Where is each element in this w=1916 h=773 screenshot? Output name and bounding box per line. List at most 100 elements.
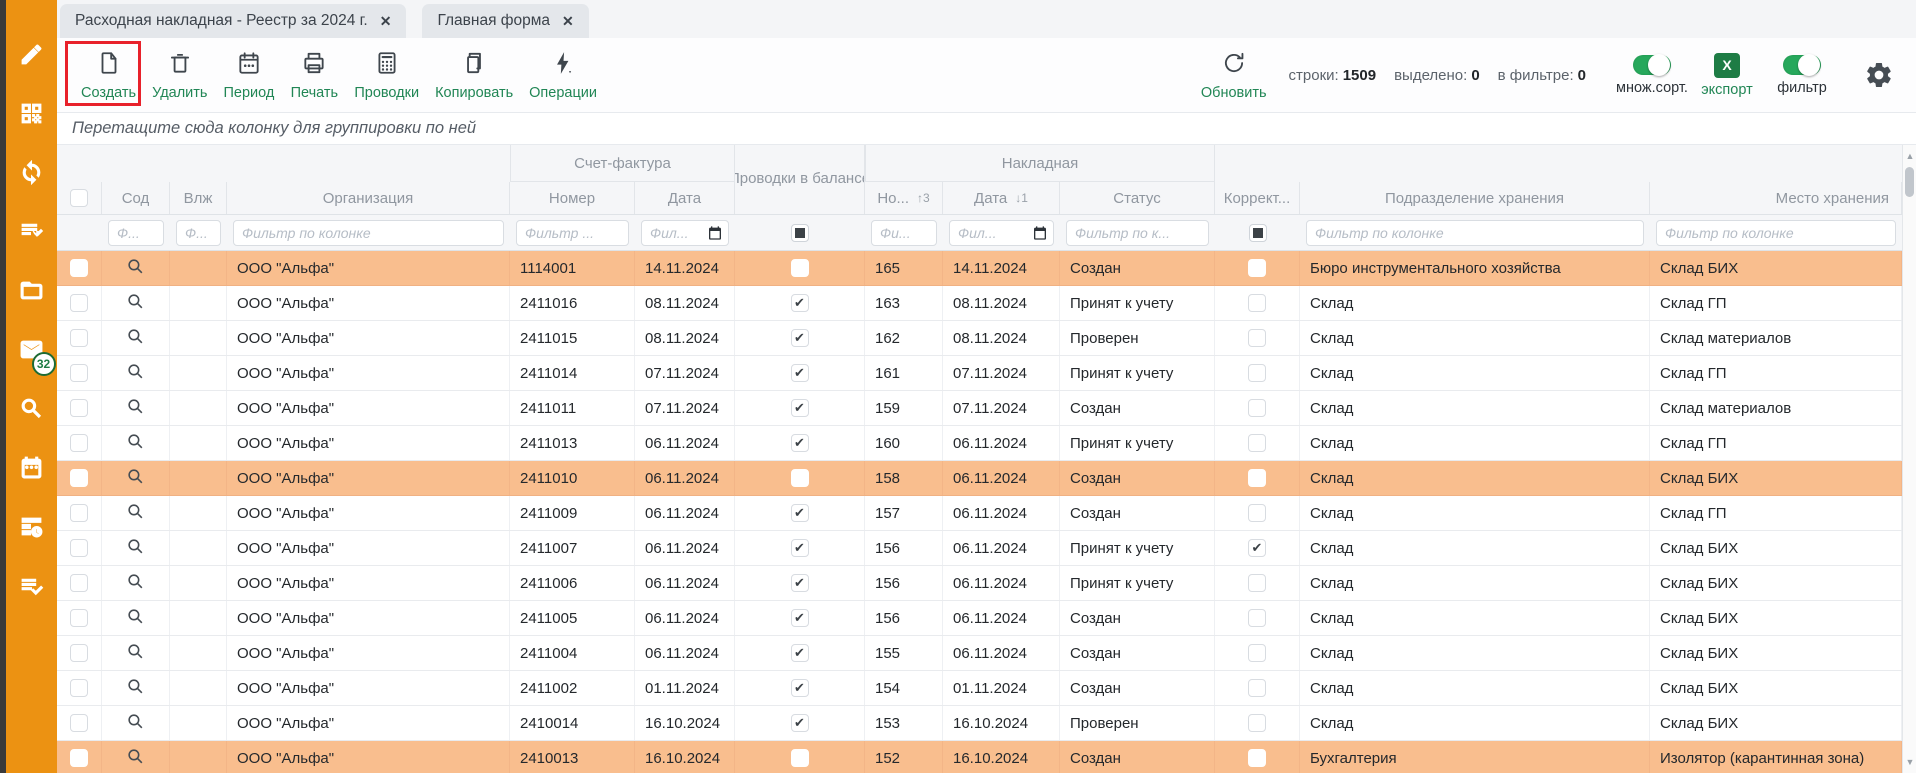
- row-select-checkbox[interactable]: [70, 399, 88, 417]
- table-row[interactable]: ООО "Альфа"241100706.11.2024✔15606.11.20…: [57, 531, 1902, 566]
- magnifier-icon[interactable]: [126, 257, 145, 280]
- table-row[interactable]: ООО "Альфа"241101508.11.2024✔16208.11.20…: [57, 321, 1902, 356]
- table-row[interactable]: ООО "Альфа"241101608.11.2024✔16308.11.20…: [57, 286, 1902, 321]
- prov-checkbox[interactable]: ✔: [791, 539, 809, 557]
- prov-checkbox[interactable]: ✔: [791, 609, 809, 627]
- magnifier-icon[interactable]: [126, 292, 145, 315]
- korr-checkbox[interactable]: [1248, 679, 1266, 697]
- sidebar-item-import[interactable]: [19, 221, 45, 247]
- korr-filter-checkbox[interactable]: [1249, 224, 1267, 242]
- prov-checkbox[interactable]: [791, 749, 809, 767]
- sf_date-filter-input[interactable]: [641, 220, 729, 246]
- korr-checkbox[interactable]: [1248, 609, 1266, 627]
- prov-checkbox[interactable]: ✔: [791, 714, 809, 732]
- table-row[interactable]: ООО "Альфа"241100906.11.2024✔15706.11.20…: [57, 496, 1902, 531]
- close-icon[interactable]: ✕: [380, 13, 392, 30]
- korr-checkbox[interactable]: [1248, 364, 1266, 382]
- magnifier-icon[interactable]: [126, 677, 145, 700]
- sidebar-item-calendar[interactable]: [19, 457, 45, 483]
- row-select-checkbox[interactable]: [70, 504, 88, 522]
- vertical-scrollbar[interactable]: ▲ ▼: [1902, 145, 1916, 773]
- scroll-up-icon[interactable]: ▲: [1903, 149, 1916, 163]
- table-row[interactable]: ООО "Альфа"241101407.11.2024✔16107.11.20…: [57, 356, 1902, 391]
- korr-checkbox[interactable]: [1248, 259, 1266, 277]
- sod-filter-input[interactable]: [108, 220, 164, 246]
- table-row[interactable]: ООО "Альфа"241100201.11.2024✔15401.11.20…: [57, 671, 1902, 706]
- select-all-checkbox[interactable]: [70, 189, 88, 207]
- column-header-n_date[interactable]: Дата↓1: [943, 182, 1060, 214]
- column-header-status[interactable]: Статус: [1060, 182, 1215, 214]
- column-header-vlzh[interactable]: Влж: [170, 182, 227, 214]
- magnifier-icon[interactable]: [126, 467, 145, 490]
- prov-filter-checkbox[interactable]: [791, 224, 809, 242]
- column-header-sod[interactable]: Сод: [102, 182, 170, 214]
- scrollbar-thumb[interactable]: [1905, 167, 1914, 197]
- magnifier-icon[interactable]: [126, 747, 145, 770]
- row-select-checkbox[interactable]: [70, 609, 88, 627]
- delete-button[interactable]: Удалить: [144, 46, 215, 105]
- row-select-checkbox[interactable]: [70, 469, 88, 487]
- row-select-checkbox[interactable]: [70, 574, 88, 592]
- row-select-checkbox[interactable]: [70, 644, 88, 662]
- sf_num-filter-input[interactable]: [516, 220, 629, 246]
- column-header-podr[interactable]: Подразделение хранения: [1300, 182, 1650, 214]
- magnifier-icon[interactable]: [126, 712, 145, 735]
- table-row[interactable]: ООО "Альфа"241001316.10.202415216.10.202…: [57, 741, 1902, 773]
- copy-button[interactable]: Копировать: [427, 46, 521, 105]
- sidebar-item-scan[interactable]: [19, 103, 45, 129]
- mesto-filter-input[interactable]: [1656, 220, 1896, 246]
- table-row[interactable]: ООО "Альфа"111400114.11.202416514.11.202…: [57, 251, 1902, 286]
- sidebar-item-documents[interactable]: [19, 280, 45, 306]
- magnifier-icon[interactable]: [126, 327, 145, 350]
- row-select-checkbox[interactable]: [70, 679, 88, 697]
- column-header-sf_num[interactable]: Номер: [510, 182, 635, 214]
- korr-checkbox[interactable]: [1248, 399, 1266, 417]
- filter-toggle[interactable]: фильтр: [1762, 55, 1842, 96]
- export-button[interactable]: X экспорт: [1692, 53, 1762, 98]
- table-row[interactable]: ООО "Альфа"241001416.10.2024✔15316.10.20…: [57, 706, 1902, 741]
- magnifier-icon[interactable]: [126, 537, 145, 560]
- vlzh-filter-input[interactable]: [176, 220, 221, 246]
- magnifier-icon[interactable]: [126, 607, 145, 630]
- prov-checkbox[interactable]: [791, 469, 809, 487]
- status-filter-input[interactable]: [1066, 220, 1209, 246]
- prov-checkbox[interactable]: [791, 259, 809, 277]
- row-select-checkbox[interactable]: [70, 294, 88, 312]
- n_date-filter-input[interactable]: [949, 220, 1054, 246]
- period-button[interactable]: Период: [215, 46, 282, 105]
- korr-checkbox[interactable]: [1248, 574, 1266, 592]
- refresh-button[interactable]: Обновить: [1193, 46, 1275, 105]
- print-button[interactable]: Печать: [282, 46, 346, 105]
- close-icon[interactable]: ✕: [562, 13, 574, 30]
- tab-register-2024[interactable]: Расходная накладная - Реестр за 2024 г. …: [60, 4, 406, 38]
- prov-checkbox[interactable]: ✔: [791, 644, 809, 662]
- table-row[interactable]: ООО "Альфа"241101107.11.2024✔15907.11.20…: [57, 391, 1902, 426]
- korr-checkbox[interactable]: [1248, 434, 1266, 452]
- prov-checkbox[interactable]: ✔: [791, 574, 809, 592]
- korr-checkbox[interactable]: [1248, 714, 1266, 732]
- prov-checkbox[interactable]: ✔: [791, 679, 809, 697]
- korr-checkbox[interactable]: ✔: [1248, 539, 1266, 557]
- table-row[interactable]: ООО "Альфа"241100406.11.2024✔15506.11.20…: [57, 636, 1902, 671]
- row-select-checkbox[interactable]: [70, 364, 88, 382]
- create-button[interactable]: Создать: [73, 46, 144, 105]
- sidebar-item-search[interactable]: [19, 398, 45, 424]
- column-header-korr[interactable]: Коррект...: [1215, 182, 1300, 214]
- magnifier-icon[interactable]: [126, 642, 145, 665]
- prov-checkbox[interactable]: ✔: [791, 329, 809, 347]
- table-row[interactable]: ООО "Альфа"241100606.11.2024✔15606.11.20…: [57, 566, 1902, 601]
- korr-checkbox[interactable]: [1248, 329, 1266, 347]
- row-select-checkbox[interactable]: [70, 259, 88, 277]
- korr-checkbox[interactable]: [1248, 294, 1266, 312]
- sidebar-item-edit[interactable]: [19, 44, 45, 70]
- table-row[interactable]: ООО "Альфа"241101006.11.202415806.11.202…: [57, 461, 1902, 496]
- row-select-checkbox[interactable]: [70, 749, 88, 767]
- magnifier-icon[interactable]: [126, 397, 145, 420]
- group-by-bar[interactable]: Перетащите сюда колонку для группировки …: [57, 112, 1916, 145]
- column-header-prov[interactable]: Проводки в балансе: [735, 145, 865, 214]
- sidebar-item-sync[interactable]: [19, 162, 45, 188]
- prov-checkbox[interactable]: ✔: [791, 399, 809, 417]
- org-filter-input[interactable]: [233, 220, 504, 246]
- column-header-mesto[interactable]: Место хранения: [1650, 182, 1902, 214]
- tab-main-form[interactable]: Главная форма ✕: [422, 4, 588, 38]
